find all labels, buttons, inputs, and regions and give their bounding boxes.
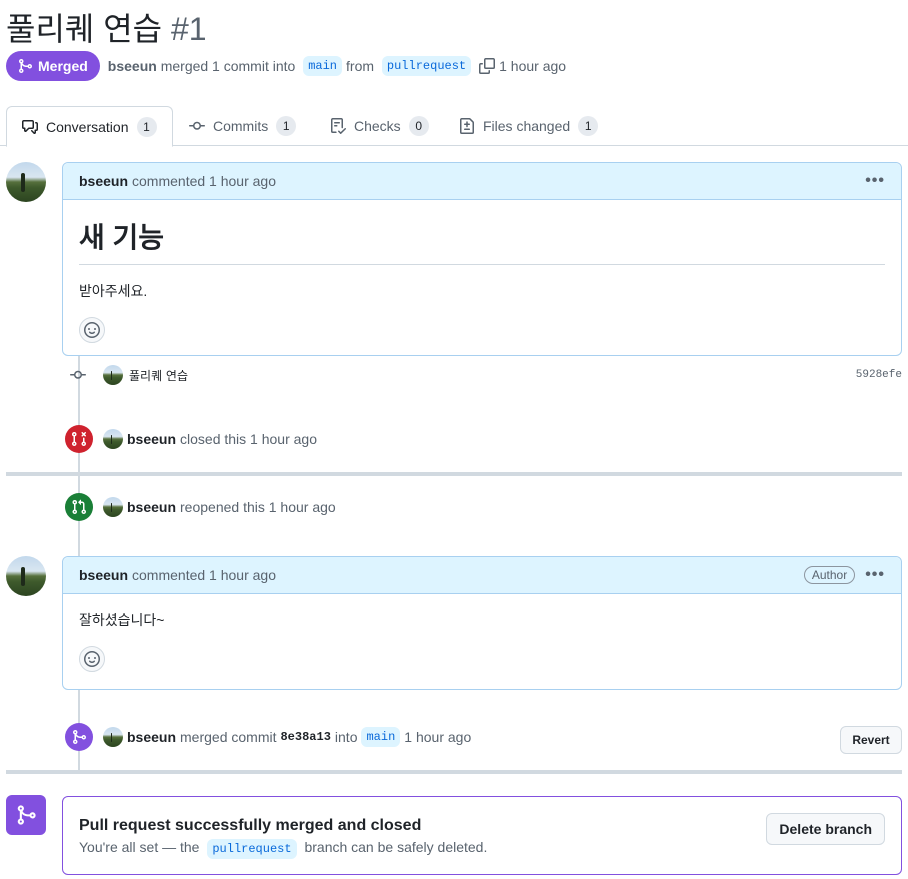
head-branch-label[interactable]: pullrequest — [381, 56, 472, 76]
merge-sub-before: You're all set — the — [79, 839, 200, 855]
commit-sha-link[interactable]: 5928efe — [856, 369, 902, 381]
comment-text: 받아주세요. — [79, 283, 148, 299]
tab-checks[interactable]: Checks 0 — [330, 106, 429, 146]
timeline-divider — [6, 770, 902, 774]
event-author[interactable]: bseeun — [127, 499, 176, 515]
comment-author[interactable]: bseeun — [79, 173, 128, 189]
event-author[interactable]: bseeun — [127, 431, 176, 447]
tab-label: Files changed — [483, 118, 571, 134]
author-link[interactable]: bseeun — [108, 58, 157, 74]
comment-heading: 새 기능 — [79, 216, 885, 265]
add-reaction-button[interactable] — [79, 646, 105, 672]
add-reaction-button[interactable] — [79, 317, 105, 343]
git-pull-request-closed-icon — [71, 431, 87, 447]
file-diff-icon — [460, 118, 474, 134]
event-text: closed this 1 hour ago — [180, 431, 317, 447]
into-text: into — [334, 729, 358, 745]
merge-text: merged 1 commit into — [160, 58, 296, 74]
comment-meta[interactable]: commented 1 hour ago — [132, 567, 276, 583]
reopened-badge — [65, 493, 93, 521]
tab-counter: 1 — [276, 116, 297, 136]
merge-status-subtitle: You're all set — the pullrequest branch … — [79, 839, 885, 859]
git-merge-icon — [17, 805, 36, 825]
git-merge-icon — [73, 730, 87, 744]
commit-row: 풀리퀘 연습 5928efe — [70, 363, 902, 387]
comment-box: bseeun commented 1 hour ago Author ••• 잘… — [62, 556, 902, 690]
tab-files-changed[interactable]: Files changed 1 — [459, 106, 599, 146]
comment-body: 잘하셨습니다~ — [63, 594, 901, 688]
smiley-icon — [84, 322, 100, 338]
from-text: from — [346, 58, 375, 74]
event-author[interactable]: bseeun — [127, 729, 176, 745]
merge-status-icon — [6, 795, 46, 835]
merge-sub-after: branch can be safely deleted. — [304, 839, 488, 855]
author-badge: Author — [803, 566, 856, 584]
comment-meta[interactable]: commented 1 hour ago — [132, 173, 276, 189]
pr-title: 풀리퀘 연습 #1 — [6, 4, 207, 50]
git-pull-request-icon — [72, 499, 87, 515]
event-text: merged commit — [180, 729, 277, 745]
event-time: 1 hour ago — [404, 729, 472, 745]
avatar[interactable] — [103, 365, 123, 385]
merged-badge — [65, 723, 93, 751]
closed-badge — [65, 425, 93, 453]
merge-time: 1 hour ago — [499, 58, 567, 74]
avatar[interactable] — [103, 727, 123, 747]
avatar[interactable] — [103, 497, 123, 517]
checklist-icon — [331, 118, 346, 134]
git-merge-icon — [19, 59, 33, 73]
state-label: Merged — [38, 58, 88, 74]
smiley-icon — [84, 651, 100, 667]
comment-body: 새 기능 받아주세요. — [63, 200, 901, 359]
closed-event: bseeun closed this 1 hour ago — [65, 425, 317, 453]
comment-box: bseeun commented 1 hour ago ••• 새 기능 받아주… — [62, 162, 902, 356]
tab-counter: 1 — [136, 116, 157, 137]
comment-author[interactable]: bseeun — [79, 567, 128, 583]
kebab-menu-icon[interactable]: ••• — [865, 172, 885, 190]
merge-status-title: Pull request successfully merged and clo… — [79, 817, 422, 834]
timeline-divider — [6, 472, 902, 476]
merged-state-badge: Merged — [6, 51, 100, 81]
comment-header: bseeun commented 1 hour ago ••• — [63, 163, 901, 200]
tab-counter: 0 — [408, 116, 429, 136]
merge-status-box: Pull request successfully merged and clo… — [62, 796, 902, 875]
base-branch-label[interactable]: main — [303, 56, 343, 76]
event-text: reopened this 1 hour ago — [180, 499, 336, 515]
pr-tabs: Conversation 1 Commits 1 Checks 0 Files … — [0, 106, 908, 147]
tab-counter: 1 — [578, 116, 599, 136]
merge-target-branch[interactable]: main — [361, 727, 401, 747]
merge-commit-sha-link[interactable]: 8e38a13 — [280, 730, 330, 744]
comment-discussion-icon — [22, 119, 38, 134]
copy-icon[interactable] — [479, 58, 496, 74]
commit-message-link[interactable]: 풀리퀘 연습 — [129, 367, 188, 384]
reopened-event: bseeun reopened this 1 hour ago — [65, 493, 336, 521]
avatar[interactable] — [103, 429, 123, 449]
comment-text: 잘하셨습니다~ — [79, 612, 165, 628]
merged-event: bseeun merged commit 8e38a13 into main 1… — [65, 723, 471, 751]
merge-meta: bseeun merged 1 commit into main from pul… — [108, 56, 566, 76]
tab-label: Checks — [354, 118, 401, 134]
git-commit-icon — [189, 121, 205, 130]
git-commit-icon — [70, 370, 86, 379]
avatar[interactable] — [6, 556, 46, 596]
tab-label: Commits — [213, 118, 269, 134]
deletable-branch-label[interactable]: pullrequest — [207, 839, 297, 859]
avatar[interactable] — [6, 162, 46, 202]
pr-state-row: Merged bseeun merged 1 commit into main f… — [6, 51, 566, 81]
kebab-menu-icon[interactable]: ••• — [865, 566, 885, 584]
tab-label: Conversation — [46, 118, 129, 135]
comment-header: bseeun commented 1 hour ago Author ••• — [63, 557, 901, 594]
tab-conversation[interactable]: Conversation 1 — [6, 106, 173, 147]
tab-commits[interactable]: Commits 1 — [189, 106, 297, 146]
pr-title-text: 풀리퀘 연습 — [6, 11, 163, 47]
pr-number: #1 — [170, 11, 207, 47]
delete-branch-button[interactable]: Delete branch — [766, 813, 885, 845]
revert-button[interactable]: Revert — [840, 726, 902, 754]
